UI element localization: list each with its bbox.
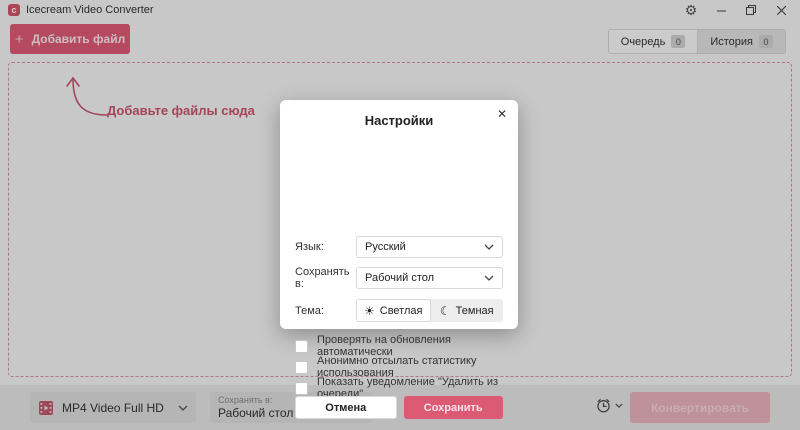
theme-dark-label: Темная xyxy=(455,304,494,317)
theme-toggle: ☀ Светлая ☾ Темная xyxy=(356,299,503,322)
language-value: Русский xyxy=(365,241,406,253)
language-label: Язык: xyxy=(295,241,324,253)
sun-icon: ☀ xyxy=(364,303,375,318)
moon-icon: ☾ xyxy=(439,303,451,318)
save-to-select[interactable]: Рабочий стол xyxy=(356,267,503,289)
theme-label: Тема: xyxy=(295,304,324,317)
checkbox-unchecked-icon[interactable] xyxy=(295,381,308,395)
theme-dark-option[interactable]: ☾ Темная xyxy=(431,299,504,322)
save-to-value: Рабочий стол xyxy=(365,272,435,284)
dialog-title: Настройки xyxy=(364,113,434,128)
theme-light-label: Светлая xyxy=(379,304,423,317)
theme-light-option[interactable]: ☀ Светлая xyxy=(356,299,431,322)
checkbox-unchecked-icon[interactable] xyxy=(295,360,308,374)
save-to-label: Сохранять в: xyxy=(295,266,350,290)
chevron-down-icon xyxy=(484,244,494,250)
chevron-down-icon xyxy=(484,275,494,281)
settings-dialog: ✕ Настройки Язык: Русский Сохранять в: Р… xyxy=(280,100,518,419)
cancel-button[interactable]: Отмена xyxy=(295,396,397,419)
save-button[interactable]: Сохранить xyxy=(403,396,503,419)
language-select[interactable]: Русский xyxy=(356,236,503,258)
checkbox-unchecked-icon[interactable] xyxy=(295,339,308,353)
